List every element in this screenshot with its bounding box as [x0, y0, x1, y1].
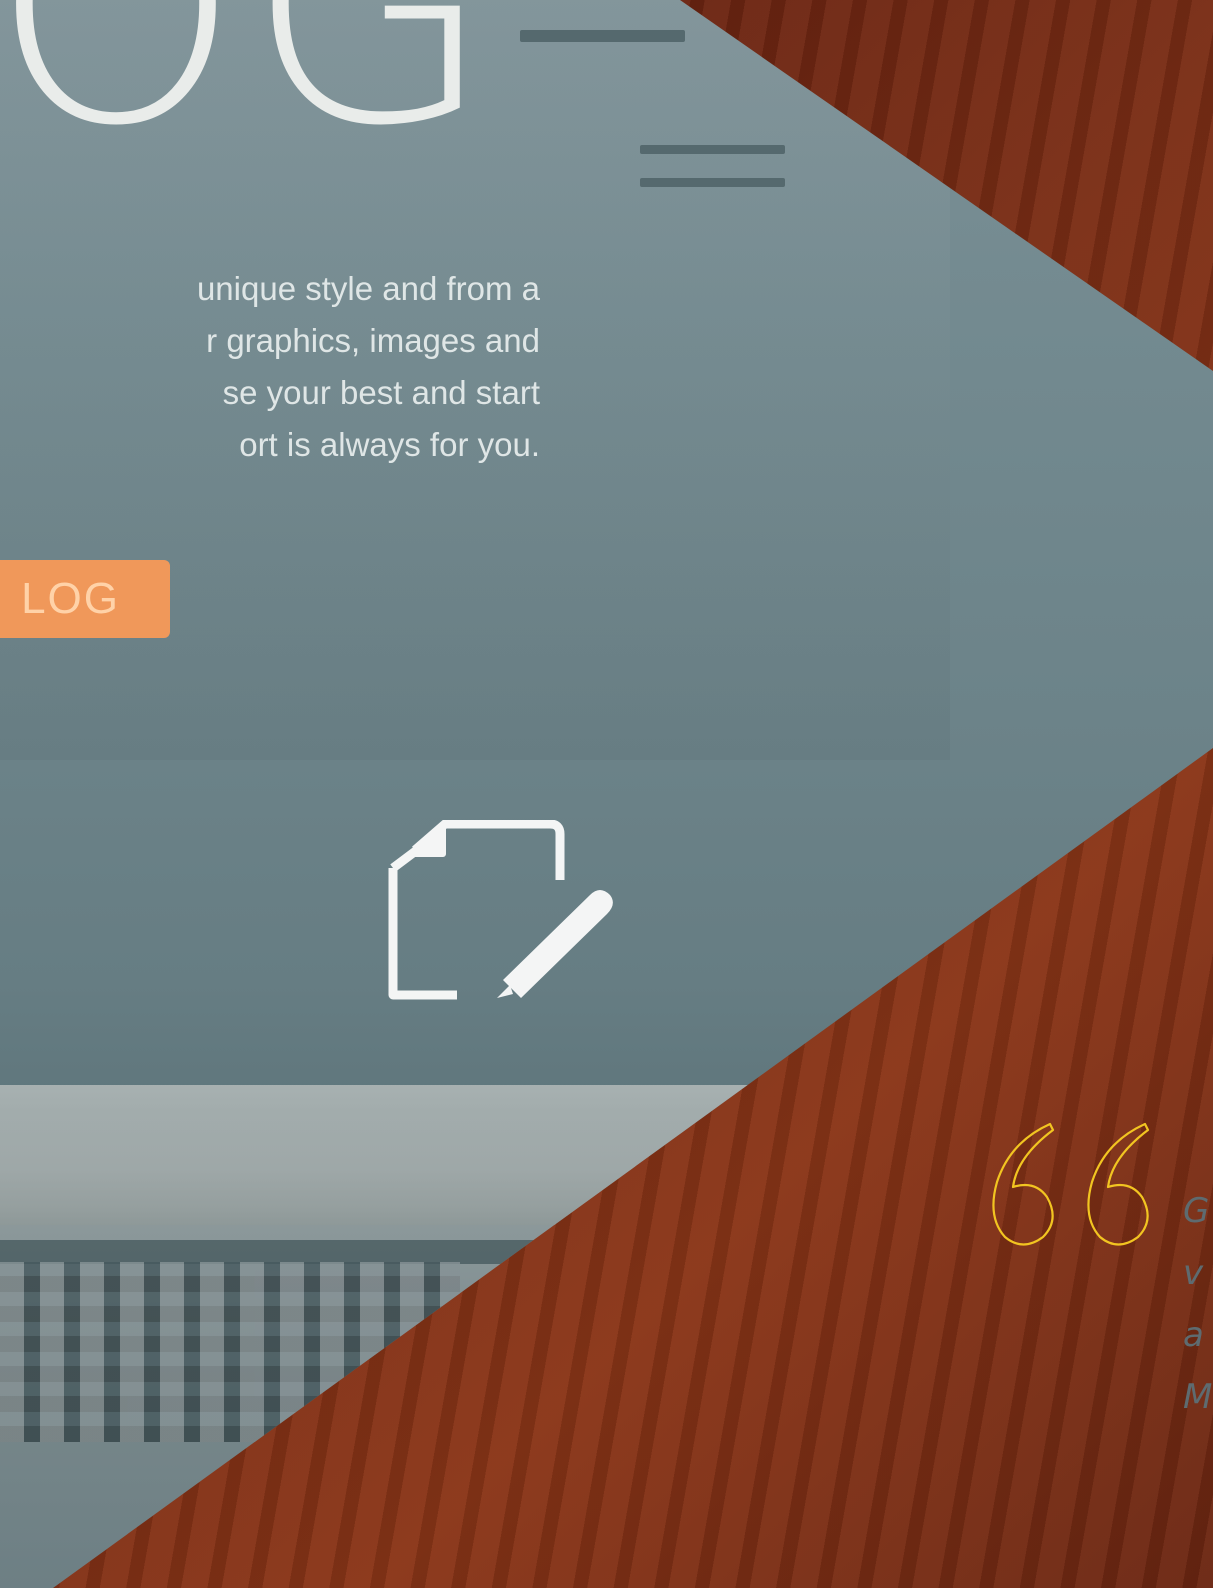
laptop-hinge	[0, 1240, 560, 1264]
quote-open-icon	[992, 1122, 1150, 1246]
hero-text-line: ort is always for you.	[239, 426, 540, 463]
testimonial-line: G	[1183, 1191, 1210, 1231]
screen-menu-bar	[640, 178, 785, 187]
hero-description: unique style and from a r graphics, imag…	[0, 263, 540, 471]
hero-text-line: r graphics, images and	[206, 322, 540, 359]
testimonial-line: a	[1183, 1315, 1204, 1355]
hero-text-line: se your best and start	[222, 374, 540, 411]
page-root: OG unique style and from a r graphics, i…	[0, 0, 1213, 1588]
hero-blog-button[interactable]: LOG	[0, 560, 170, 638]
screen-menu-bar	[640, 145, 785, 154]
screen-menu-bar	[520, 30, 685, 42]
hero-text-line: unique style and from a	[196, 270, 540, 307]
testimonial-text: G v a M	[1183, 1180, 1212, 1428]
hero-heading: OG	[0, 0, 498, 196]
testimonial-line: v	[1183, 1253, 1204, 1293]
testimonial-line: M	[1183, 1377, 1213, 1417]
edit-document-icon	[388, 820, 613, 1000]
